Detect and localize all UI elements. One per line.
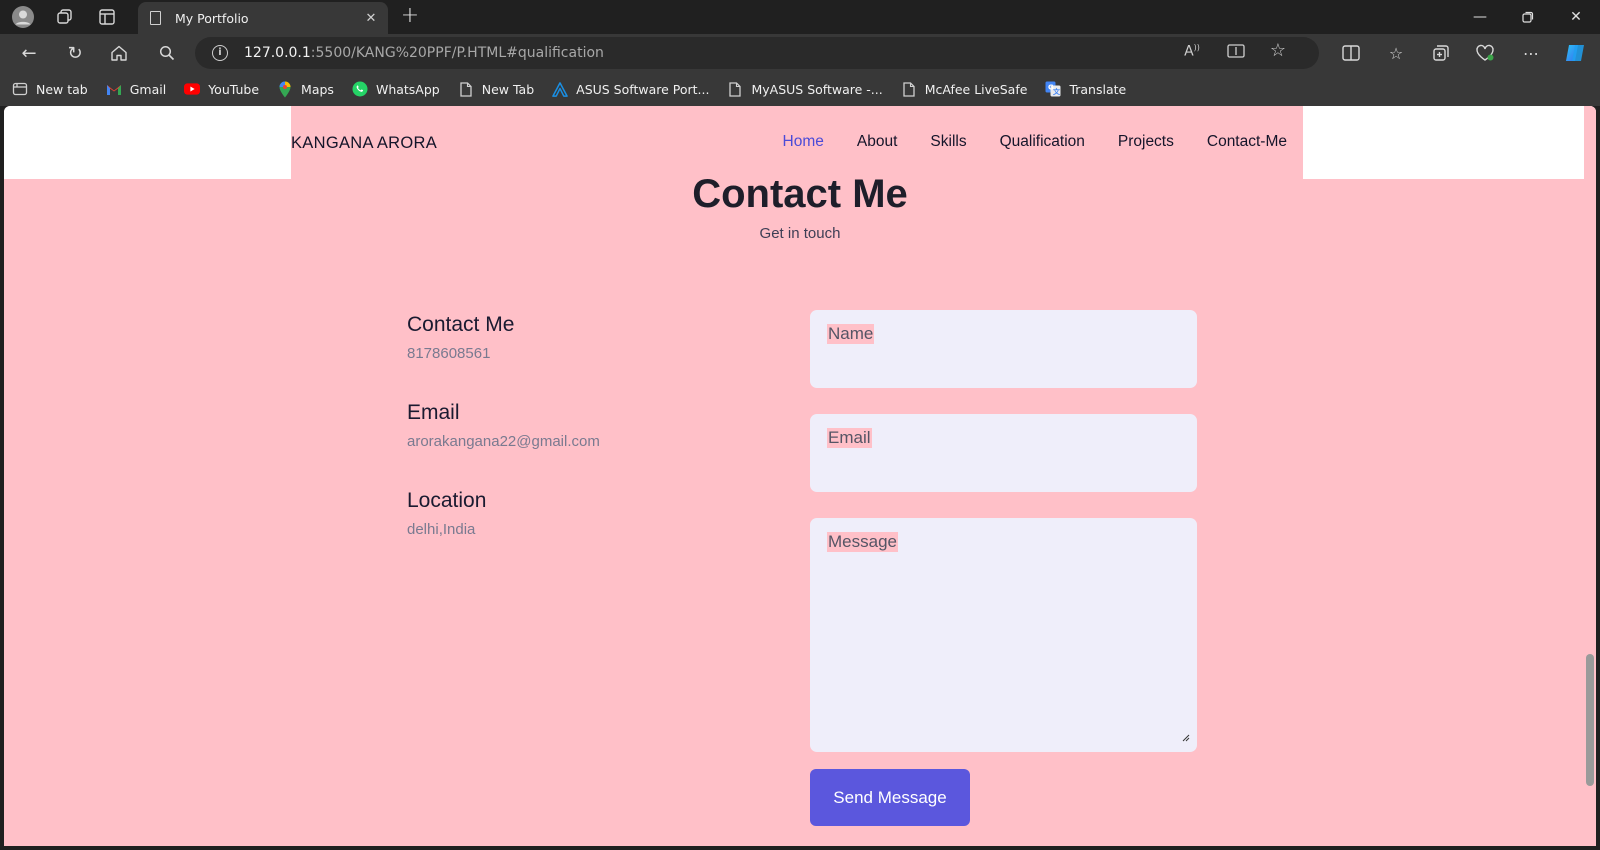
refresh-icon[interactable]: ↻ (60, 39, 90, 67)
bookmark-item[interactable]: McAfee LiveSafe (901, 81, 1028, 97)
name-placeholder: Name (827, 324, 875, 344)
profile-avatar-icon[interactable] (10, 5, 36, 29)
name-input[interactable]: Name (810, 310, 1197, 388)
info-value: 8178608561 (407, 345, 491, 362)
info-value: arorakangana22@gmail.com (407, 433, 600, 450)
section-subtitle: Get in touch (759, 225, 841, 242)
page-scrollbar[interactable] (1584, 106, 1596, 846)
page-icon (458, 81, 474, 97)
contact-location: Location delhi,India (407, 489, 486, 538)
asus-icon (552, 81, 568, 97)
email-input[interactable]: Email (810, 414, 1197, 492)
more-options-icon[interactable]: ⋯ (1518, 40, 1544, 66)
bookmark-label: New Tab (481, 81, 535, 97)
split-screen-icon[interactable] (1338, 40, 1364, 66)
page-icon (727, 81, 743, 97)
page-icon (150, 11, 161, 25)
url-path: :5500/KANG%20PPF/P.HTML#qualification (310, 45, 604, 61)
bookmark-label: Translate (1069, 81, 1127, 97)
bookmark-item[interactable]: YouTube (184, 81, 259, 97)
workspaces-icon[interactable] (52, 5, 78, 29)
bookmark-item[interactable]: G 文 Translate (1045, 81, 1126, 97)
email-placeholder: Email (827, 428, 872, 448)
bookmark-label: Gmail (129, 81, 167, 97)
bookmark-item[interactable]: New Tab (458, 81, 534, 97)
maps-icon (277, 81, 293, 97)
info-heading: Contact Me (407, 313, 515, 336)
bookmark-label: WhatsApp (375, 81, 440, 97)
gmail-icon (106, 81, 122, 97)
nav-link-home[interactable]: Home (783, 133, 824, 151)
site-logo[interactable]: KANGANA ARORA (291, 134, 437, 153)
read-aloud-icon[interactable]: A)) (1181, 43, 1203, 63)
browser-essentials-icon[interactable] (1472, 40, 1498, 66)
info-value: delhi,India (407, 521, 476, 538)
site-info-icon[interactable]: i (212, 45, 228, 61)
bookmark-item[interactable]: WhatsApp (352, 81, 440, 97)
bookmark-item[interactable]: Gmail (106, 81, 166, 97)
main-nav: Home About Skills Qualification Projects Cont… (750, 133, 1287, 151)
message-placeholder: Message (827, 532, 898, 552)
restore-icon[interactable] (1504, 0, 1552, 34)
bookmark-label: Maps (301, 81, 334, 97)
section-title: Contact Me (692, 172, 908, 216)
bookmark-label: McAfee LiveSafe (924, 81, 1028, 97)
page-viewport: KANGANA ARORA Home About Skills Qualificati… (4, 106, 1596, 846)
contact-phone: Contact Me 8178608561 (407, 313, 514, 362)
url-host: 127.0.0.1 (244, 45, 311, 61)
active-tab[interactable]: My Portfolio ✕ (138, 2, 388, 34)
favorites-icon[interactable]: ☆ (1383, 40, 1409, 66)
info-heading: Email (407, 401, 460, 424)
contact-email: Email arorakangana22@gmail.com (407, 401, 600, 450)
home-icon[interactable] (104, 39, 134, 67)
scrollbar-thumb[interactable] (1586, 654, 1594, 786)
favorite-star-icon[interactable]: ☆ (1267, 40, 1289, 61)
bookmark-label: ASUS Software Port... (576, 81, 710, 97)
collections-icon[interactable] (1428, 40, 1454, 66)
bookmark-item[interactable]: MyASUS Software -... (727, 81, 883, 97)
site-header: KANGANA ARORA Home About Skills Qualificati… (291, 106, 1303, 179)
title-bar: My Portfolio ✕ + — ✕ (0, 0, 1600, 34)
address-bar[interactable]: i 127.0.0.1:5500/KANG%20PPF/P.HTML#quali… (195, 37, 1319, 69)
back-icon[interactable]: ← (14, 39, 44, 67)
tab-title: My Portfolio (175, 10, 249, 26)
search-icon[interactable] (152, 39, 182, 67)
page-icon (901, 81, 917, 97)
close-tab-icon[interactable]: ✕ (360, 11, 382, 26)
nav-link-about[interactable]: About (857, 133, 898, 151)
svg-text:文: 文 (1053, 87, 1061, 96)
navigation-bar: ← ↻ i 127.0.0.1:5500/KANG%20PPF/P.HTML#q… (0, 34, 1600, 72)
bookmark-label: New tab (36, 81, 88, 97)
nav-link-skills[interactable]: Skills (930, 133, 966, 151)
minimize-icon[interactable]: — (1456, 0, 1504, 34)
nav-link-projects[interactable]: Projects (1118, 133, 1174, 151)
whatsapp-icon (352, 81, 368, 97)
bookmarks-bar: New tab Gmail YouTube Maps WhatsApp New Tab AS… (0, 72, 1600, 106)
bookmark-label: YouTube (208, 81, 260, 97)
send-message-button[interactable]: Send Message (810, 769, 970, 826)
resize-handle-icon[interactable] (1182, 734, 1190, 745)
new-tab-button[interactable]: + (396, 3, 424, 31)
bookmark-item[interactable]: New tab (12, 81, 88, 97)
message-textarea[interactable]: Message (810, 518, 1197, 752)
translate-icon: G文 (1045, 81, 1061, 97)
nav-link-qualification[interactable]: Qualification (1000, 133, 1085, 151)
immersive-reader-icon[interactable] (1225, 43, 1247, 63)
info-heading: Location (407, 489, 487, 512)
bookmark-item[interactable]: Maps (277, 81, 334, 97)
nav-link-contact-me[interactable]: Contact-Me (1207, 133, 1287, 151)
copilot-icon[interactable] (1562, 40, 1588, 66)
vertical-tabs-icon[interactable] (94, 5, 120, 29)
tabs-icon (12, 81, 28, 97)
bookmark-label: MyASUS Software -... (751, 81, 883, 97)
youtube-icon (184, 81, 201, 97)
bookmark-item[interactable]: ASUS Software Port... (552, 81, 709, 97)
close-window-icon[interactable]: ✕ (1552, 0, 1600, 34)
